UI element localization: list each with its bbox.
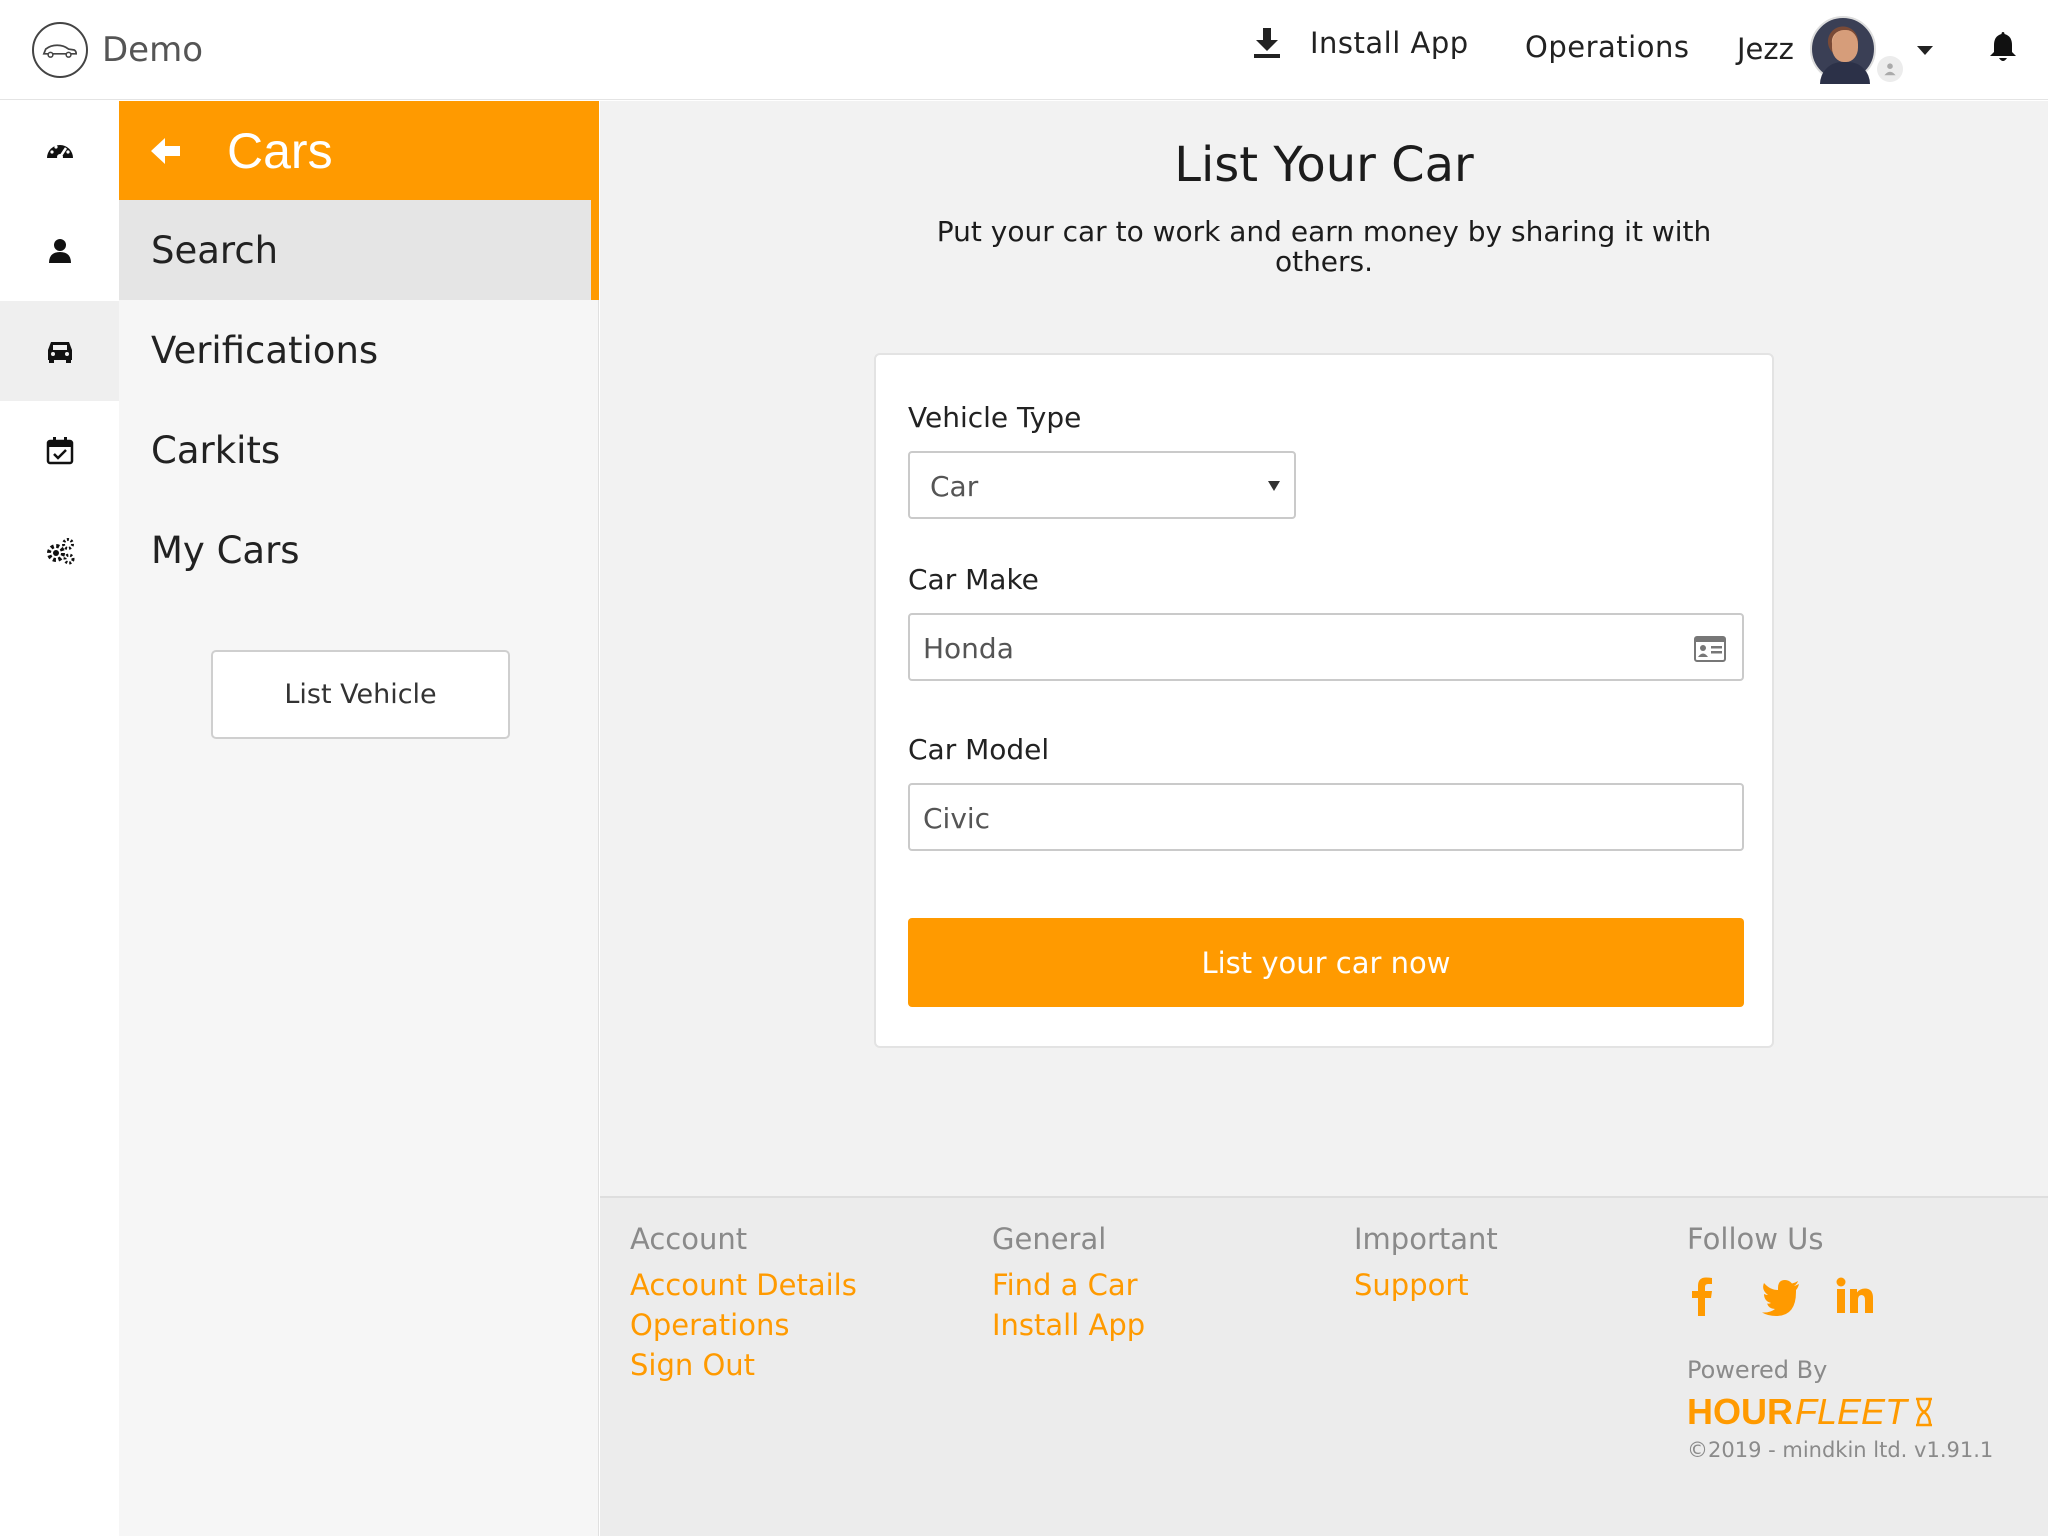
twitter-icon[interactable] [1761,1274,1801,1316]
cars-submenu: Cars Search Verifications Carkits My Car… [119,101,599,1536]
car-make-input[interactable]: Honda [908,613,1744,681]
main-content: List Your Car Put your car to work and e… [600,101,2048,1196]
car-make-value: Honda [923,632,1014,665]
dashboard-icon [46,145,73,160]
page-subtitle: Put your car to work and earn money by s… [936,215,1712,278]
list-car-submit-button[interactable]: List your car now [908,918,1744,1007]
address-card-icon [1694,636,1726,662]
footer-important-column: Important Support [1354,1222,1498,1305]
rail-item-settings[interactable] [0,501,119,601]
rail-item-cars[interactable] [0,301,119,401]
car-make-label: Car Make [908,563,1039,596]
car-model-input[interactable]: Civic [908,783,1744,851]
footer: Account Account Details Operations Sign … [600,1196,2048,1536]
footer-follow-column: Follow Us Powered By HOUR FLEET ©2019 - m… [1687,1222,1993,1462]
gears-icon [46,538,74,565]
arrow-left-icon[interactable] [151,137,181,165]
footer-link-sign-out[interactable]: Sign Out [630,1345,857,1385]
submenu-title: Cars [227,122,333,179]
top-bar: Demo Install App Operations Jezz [0,0,2048,100]
footer-heading-follow: Follow Us [1687,1222,1824,1256]
footer-link-support[interactable]: Support [1354,1265,1498,1305]
download-icon [1254,28,1280,58]
calendar-check-icon [46,437,73,465]
hourfleet-logo[interactable]: HOUR FLEET [1687,1391,1993,1432]
footer-heading-general: General [992,1222,1107,1256]
hourglass-icon [1916,1397,1933,1427]
submenu-header: Cars [119,101,599,200]
list-car-form: Vehicle Type Car Car Make Honda Car Mode… [874,353,1774,1048]
user-icon [48,239,71,263]
avatar [1809,16,1876,84]
copyright-text: ©2019 - mindkin ltd. v1.91.1 [1687,1438,1994,1462]
footer-link-install-app[interactable]: Install App [992,1305,1145,1345]
brand[interactable]: Demo [32,22,203,78]
brand-name: Demo [102,30,204,70]
rail-item-bookings[interactable] [0,401,119,501]
submenu-item-verifications[interactable]: Verifications [119,300,599,400]
chevron-down-icon[interactable] [1917,46,1933,55]
install-app-link[interactable]: Install App [1252,26,1469,60]
submenu-item-my-cars[interactable]: My Cars [119,500,599,600]
powered-by-label: Powered By [1687,1356,1828,1384]
user-name: Jezz [1737,32,1794,66]
linkedin-icon[interactable] [1835,1274,1875,1316]
footer-account-column: Account Account Details Operations Sign … [630,1222,857,1385]
vehicle-type-value: Car [930,470,979,503]
submenu-item-carkits[interactable]: Carkits [119,400,599,500]
user-status-icon [1877,56,1903,82]
operations-link[interactable]: Operations [1525,30,1689,64]
car-logo-icon [32,22,88,78]
rail-item-dashboard[interactable] [0,101,119,201]
vehicle-type-label: Vehicle Type [908,401,1082,434]
install-app-label: Install App [1310,26,1469,60]
icon-rail [0,101,119,1536]
footer-general-column: General Find a Car Install App [992,1222,1145,1345]
bell-icon[interactable] [1988,30,2018,64]
submenu-item-search[interactable]: Search [119,200,599,300]
social-links [1687,1274,1993,1316]
footer-link-find-car[interactable]: Find a Car [992,1265,1145,1305]
footer-link-account-details[interactable]: Account Details [630,1265,857,1305]
footer-link-operations[interactable]: Operations [630,1305,857,1345]
car-model-value: Civic [923,802,991,835]
page-title: List Your Car [1174,137,1474,193]
car-icon [47,342,72,363]
rail-item-profile[interactable] [0,201,119,301]
car-model-label: Car Model [908,733,1050,766]
user-menu[interactable]: Jezz [1737,16,1876,84]
list-vehicle-button[interactable]: List Vehicle [211,650,510,739]
vehicle-type-select[interactable]: Car [908,451,1296,519]
footer-heading-important: Important [1354,1222,1498,1256]
facebook-icon[interactable] [1687,1274,1727,1316]
select-arrow-icon [1268,481,1280,491]
footer-heading-account: Account [630,1222,748,1256]
